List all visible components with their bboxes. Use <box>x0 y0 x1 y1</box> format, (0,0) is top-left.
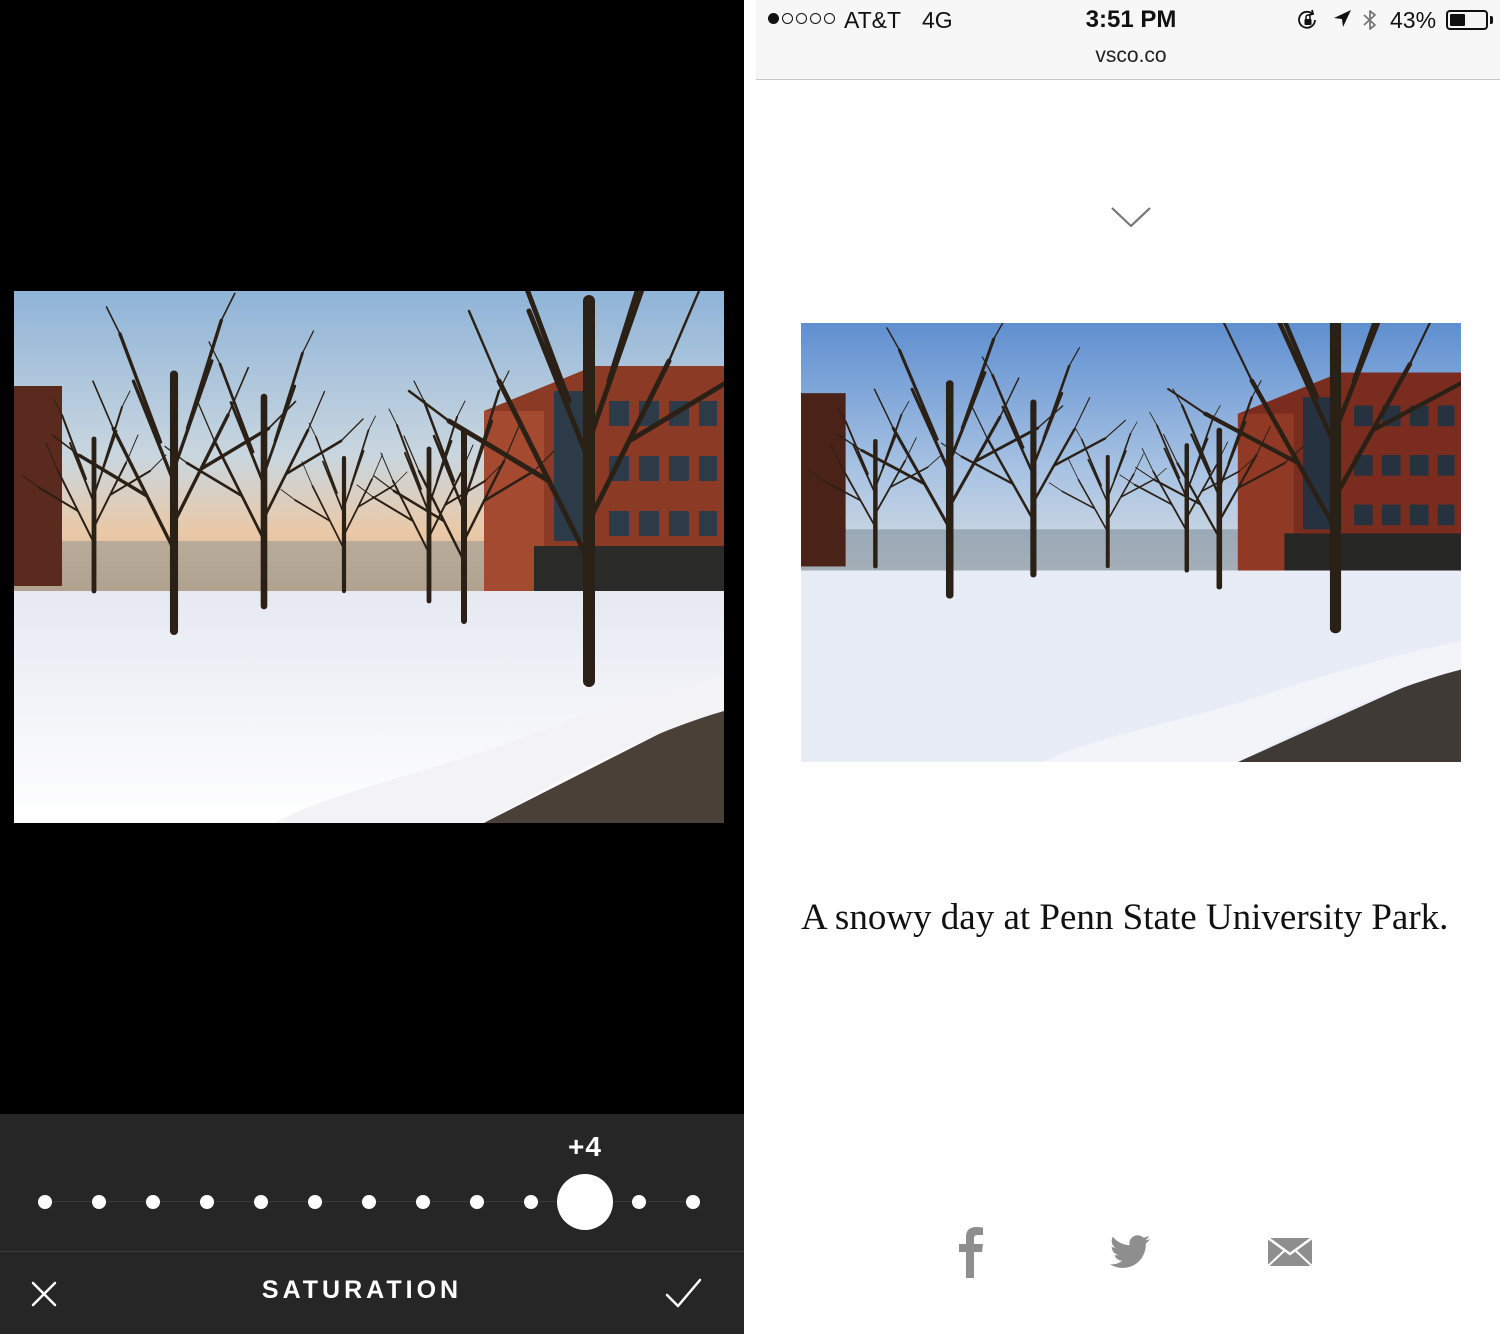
battery-icon <box>1446 10 1488 30</box>
status-time: 3:51 PM <box>1085 6 1177 33</box>
adjustment-slider-panel <box>0 1114 744 1251</box>
slider-step-dot[interactable] <box>92 1195 106 1209</box>
signal-dot <box>810 13 821 24</box>
location-arrow-icon <box>1334 10 1351 27</box>
status-bar: AT&T 4G 3:51 PM 43% vsco.co <box>756 0 1500 80</box>
slider-step-dot[interactable] <box>524 1195 538 1209</box>
scroll-down-button[interactable] <box>1110 202 1152 232</box>
bluetooth-icon <box>1363 10 1376 30</box>
vsco-editor-screen: +4 SATURATION <box>0 0 744 1334</box>
address-bar-url[interactable]: vsco.co <box>1028 44 1234 68</box>
email-icon <box>1267 1236 1313 1267</box>
checkmark-icon <box>665 1278 702 1308</box>
slider-step-dot[interactable] <box>632 1195 646 1209</box>
rotation-lock-icon <box>1298 9 1316 29</box>
editor-photo-preview <box>14 291 724 823</box>
battery-cap <box>1490 16 1493 24</box>
share-facebook-button[interactable] <box>956 1226 988 1278</box>
close-icon <box>31 1281 57 1307</box>
battery-percent: 43% <box>1390 7 1437 33</box>
confirm-button[interactable] <box>662 1274 704 1314</box>
carrier-name: AT&T <box>844 7 902 33</box>
slider-step-dot[interactable] <box>200 1195 214 1209</box>
share-email-button[interactable] <box>1266 1226 1314 1278</box>
photo-caption: A snowy day at Penn State University Par… <box>801 897 1449 938</box>
signal-dot <box>796 13 807 24</box>
share-twitter-button[interactable] <box>1110 1226 1152 1278</box>
slider-value-label: +4 <box>568 1131 602 1162</box>
slider-step-dot[interactable] <box>146 1195 160 1209</box>
signal-dot <box>768 13 779 24</box>
slider-step-dot[interactable] <box>470 1195 484 1209</box>
slider-step-dot[interactable] <box>686 1195 700 1209</box>
slider-knob[interactable] <box>557 1174 613 1230</box>
facebook-icon <box>959 1227 983 1278</box>
slider-step-dot[interactable] <box>416 1195 430 1209</box>
cancel-button[interactable] <box>26 1276 62 1312</box>
chevron-down-icon <box>1111 207 1151 228</box>
tool-name-label: SATURATION <box>261 1276 463 1304</box>
signal-dot <box>782 13 793 24</box>
safari-browser-screen: AT&T 4G 3:51 PM 43% vsco.co A snowy day … <box>756 0 1500 1334</box>
battery-level-fill <box>1450 14 1465 26</box>
slider-step-dot[interactable] <box>362 1195 376 1209</box>
twitter-icon <box>1110 1235 1150 1268</box>
published-photo[interactable] <box>801 323 1461 762</box>
signal-dot <box>824 13 835 24</box>
slider-step-dot[interactable] <box>38 1195 52 1209</box>
slider-step-dot[interactable] <box>254 1195 268 1209</box>
slider-step-dot[interactable] <box>308 1195 322 1209</box>
network-type: 4G <box>922 7 953 33</box>
